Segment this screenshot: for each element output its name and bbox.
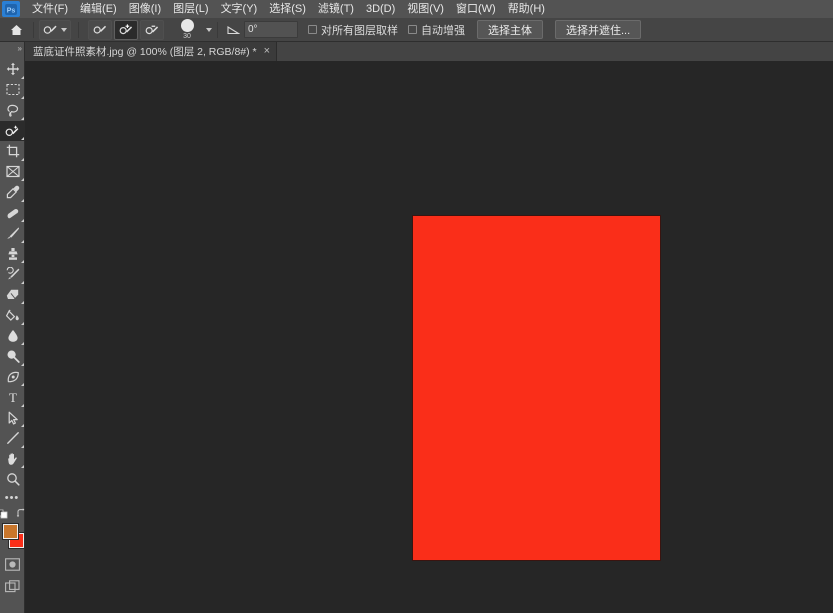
document-tab-bar: 蓝底证件照素材.jpg @ 100% (图层 2, RGB/8#) * × xyxy=(25,42,833,61)
document-tab-title: 蓝底证件照素材.jpg @ 100% (图层 2, RGB/8#) * xyxy=(33,46,257,58)
document-canvas[interactable] xyxy=(413,216,660,560)
history-brush-tool[interactable] xyxy=(0,264,25,285)
options-separator-3 xyxy=(217,21,218,38)
home-icon[interactable] xyxy=(4,19,28,41)
menu-filter[interactable]: 滤镜(T) xyxy=(312,0,360,18)
menu-view[interactable]: 视图(V) xyxy=(401,0,450,18)
menu-help[interactable]: 帮助(H) xyxy=(502,0,551,18)
options-bar: 30 对所有图层取样 自动增强 选择主体 选择并遮住... xyxy=(0,18,833,42)
eyedropper-tool[interactable] xyxy=(0,182,25,203)
brush-size-preview[interactable]: 30 xyxy=(174,18,200,41)
path-selection-tool[interactable] xyxy=(0,408,25,429)
tool-group-indicator xyxy=(21,321,24,325)
menu-image[interactable]: 图像(I) xyxy=(123,0,167,18)
checkbox-box[interactable] xyxy=(308,25,317,34)
sample-all-layers-label: 对所有图层取样 xyxy=(321,24,398,37)
photoshop-window: Ps 文件(F) 编辑(E) 图像(I) 图层(L) 文字(Y) 选择(S) 滤… xyxy=(0,0,833,613)
move-tool[interactable] xyxy=(0,59,25,80)
screen-mode-button[interactable] xyxy=(0,576,25,598)
tool-group-indicator xyxy=(21,444,24,448)
menu-select[interactable]: 选择(S) xyxy=(263,0,312,18)
default-colors-icon[interactable] xyxy=(0,508,8,519)
menu-type[interactable]: 文字(Y) xyxy=(215,0,264,18)
tools-panel: » T ••• xyxy=(0,42,25,613)
clone-stamp-tool[interactable] xyxy=(0,244,25,265)
svg-text:T: T xyxy=(9,390,17,404)
foreground-color-swatch[interactable] xyxy=(2,522,19,540)
tool-group-indicator xyxy=(21,96,24,99)
tool-group-indicator xyxy=(21,239,24,243)
brush-tip-icon xyxy=(180,18,194,32)
add-to-selection-button[interactable] xyxy=(114,19,138,40)
tool-group-indicator xyxy=(21,383,24,386)
menu-bar: Ps 文件(F) 编辑(E) 图像(I) 图层(L) 文字(Y) 选择(S) 滤… xyxy=(0,0,833,18)
healing-brush-tool[interactable] xyxy=(0,203,25,224)
auto-enhance-label: 自动增强 xyxy=(421,24,465,37)
close-icon[interactable]: × xyxy=(264,46,270,57)
crop-tool[interactable] xyxy=(0,141,25,162)
rectangular-marquee-tool[interactable] xyxy=(0,80,25,101)
tool-preset-picker[interactable] xyxy=(39,19,71,40)
menu-3d[interactable]: 3D(D) xyxy=(360,0,401,18)
hand-tool[interactable] xyxy=(0,449,25,470)
tool-group-indicator xyxy=(21,362,24,366)
selection-mode-group xyxy=(88,19,166,40)
angle-icon xyxy=(227,24,240,35)
tool-group-indicator xyxy=(21,342,24,345)
menu-edit[interactable]: 编辑(E) xyxy=(74,0,123,18)
select-and-mask-button[interactable]: 选择并遮住... xyxy=(555,20,642,39)
line-shape-tool[interactable] xyxy=(0,428,25,449)
document-tab[interactable]: 蓝底证件照素材.jpg @ 100% (图层 2, RGB/8#) * × xyxy=(25,42,278,61)
type-tool[interactable]: T xyxy=(0,387,25,408)
brush-angle-input[interactable] xyxy=(244,21,298,38)
dodge-tool[interactable] xyxy=(0,346,25,367)
brush-size-value: 30 xyxy=(183,32,191,40)
zoom-tool[interactable] xyxy=(0,469,25,490)
ellipsis-icon[interactable]: ••• xyxy=(0,490,24,506)
quick-mask-button[interactable] xyxy=(0,554,25,576)
brush-picker-chevron-down-icon[interactable] xyxy=(206,27,212,32)
canvas-workspace[interactable] xyxy=(25,61,833,613)
sample-all-layers-checkbox[interactable]: 对所有图层取样 xyxy=(308,22,398,38)
tool-group-indicator xyxy=(21,424,24,427)
tool-group-indicator xyxy=(21,198,24,202)
photoshop-logo-icon: Ps xyxy=(2,1,20,17)
tool-group-indicator xyxy=(21,260,24,263)
lasso-tool[interactable] xyxy=(0,100,25,121)
options-separator-1 xyxy=(33,21,34,38)
tool-group-indicator xyxy=(21,219,24,222)
options-separator-2 xyxy=(78,21,79,38)
auto-enhance-checkbox[interactable]: 自动增强 xyxy=(408,22,465,38)
menu-layer[interactable]: 图层(L) xyxy=(167,0,214,18)
double-chevron-right-icon[interactable]: » xyxy=(0,42,24,54)
tool-group-indicator xyxy=(21,280,24,284)
frame-tool[interactable] xyxy=(0,162,25,183)
tool-group-indicator xyxy=(21,403,24,407)
chevron-down-icon[interactable] xyxy=(61,27,67,32)
tool-group-indicator xyxy=(21,137,24,140)
quick-selection-tool[interactable] xyxy=(0,120,25,141)
color-swatches[interactable] xyxy=(0,522,25,554)
eraser-tool[interactable] xyxy=(0,285,25,306)
new-selection-button[interactable] xyxy=(88,19,112,40)
tool-group-indicator xyxy=(21,75,24,79)
svg-text:Ps: Ps xyxy=(7,7,16,14)
tool-group-indicator xyxy=(21,157,24,161)
brush-tool[interactable] xyxy=(0,223,25,244)
tool-group-indicator xyxy=(21,301,24,304)
tool-group-indicator xyxy=(21,178,24,181)
tool-group-indicator xyxy=(21,465,24,468)
color-controls-mini xyxy=(0,506,25,522)
brush-angle-field[interactable] xyxy=(227,21,298,39)
checkbox-box[interactable] xyxy=(408,25,417,34)
subtract-from-selection-button[interactable] xyxy=(140,19,164,40)
select-subject-button[interactable]: 选择主体 xyxy=(477,20,543,39)
pen-tool[interactable] xyxy=(0,367,25,388)
paint-bucket-tool[interactable] xyxy=(0,305,25,326)
menu-file[interactable]: 文件(F) xyxy=(26,0,74,18)
menu-window[interactable]: 窗口(W) xyxy=(450,0,502,18)
tool-group-indicator xyxy=(21,116,24,120)
blur-tool[interactable] xyxy=(0,326,25,347)
